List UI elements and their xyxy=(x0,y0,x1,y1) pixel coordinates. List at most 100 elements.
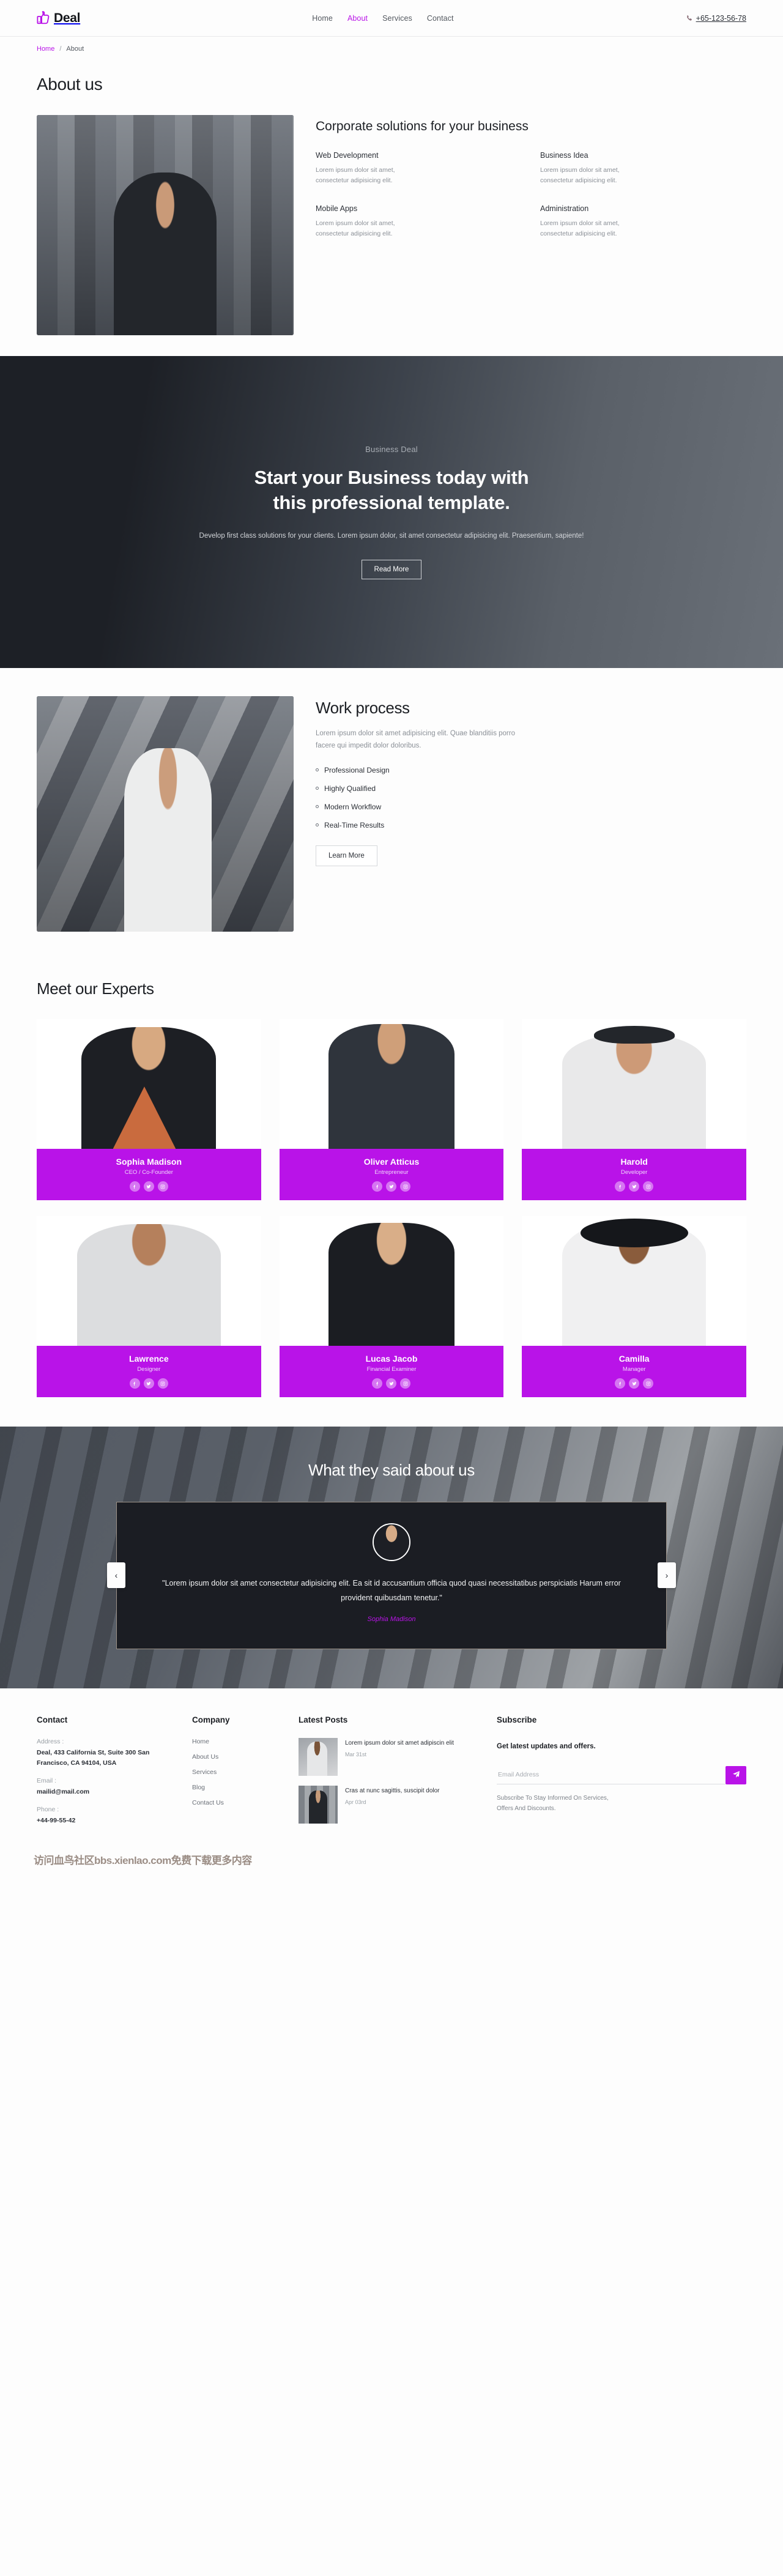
paper-plane-icon-svg xyxy=(732,1770,740,1778)
instagram-icon[interactable] xyxy=(400,1378,411,1389)
post-thumbnail xyxy=(299,1785,338,1824)
hero-content: Business Deal Start your Business today … xyxy=(196,445,587,580)
post-date: Apr 03rd xyxy=(345,1798,366,1805)
bullet-icon xyxy=(316,805,319,809)
brand-logo[interactable]: Deal xyxy=(37,11,80,26)
nav-link-about[interactable]: About xyxy=(347,14,368,23)
post-thumbnail xyxy=(299,1737,338,1776)
expert-meta: Sophia Madison CEO / Co-Founder xyxy=(37,1149,261,1200)
phone-icon-svg xyxy=(686,15,692,21)
about-section: About us Corporate solutions for your bu… xyxy=(0,61,783,356)
subscribe-form xyxy=(497,1765,746,1784)
about-row: Corporate solutions for your business We… xyxy=(37,115,746,335)
footer-link-about-us[interactable]: About Us xyxy=(192,1753,284,1761)
subscribe-submit-button[interactable] xyxy=(725,1765,746,1784)
phone-label: Phone : xyxy=(37,1805,59,1813)
read-more-button[interactable]: Read More xyxy=(361,560,422,580)
about-photo xyxy=(37,115,294,335)
feature-title: Business Idea xyxy=(540,150,588,160)
hero-title-line-1: Start your Business today with xyxy=(254,466,529,488)
twitter-icon[interactable] xyxy=(386,1181,397,1192)
footer-link-blog[interactable]: Blog xyxy=(192,1784,284,1791)
avatar xyxy=(373,1523,410,1561)
expert-name: Lucas Jacob xyxy=(365,1354,418,1364)
testimonials-content: What they said about us ‹ "Lorem ipsum d… xyxy=(0,1461,783,1649)
nav-link-services[interactable]: Services xyxy=(382,14,412,23)
feature-title: Mobile Apps xyxy=(316,204,358,213)
twitter-icon[interactable] xyxy=(143,1378,154,1389)
carousel-next-button[interactable]: › xyxy=(658,1562,676,1589)
work-list-item-label: Modern Workflow xyxy=(324,802,382,811)
post-title: Lorem ipsum dolor sit amet adipiscin eli… xyxy=(345,1739,454,1746)
brand-name: Deal xyxy=(54,10,81,25)
facebook-icon[interactable] xyxy=(615,1378,626,1389)
twitter-icon[interactable] xyxy=(629,1181,640,1192)
expert-card[interactable]: Sophia Madison CEO / Co-Founder xyxy=(37,1019,261,1200)
learn-more-button[interactable]: Learn More xyxy=(316,845,377,866)
expert-card[interactable]: Lawrence Designer xyxy=(37,1216,261,1397)
testimonial-author: Sophia Madison xyxy=(367,1615,416,1623)
feature-item: Business Idea Lorem ipsum dolor sit amet… xyxy=(540,151,746,186)
email-field[interactable] xyxy=(497,1765,725,1784)
footer-link-services[interactable]: Services xyxy=(192,1769,284,1776)
breadcrumb-home[interactable]: Home xyxy=(37,45,54,53)
testimonials-title: What they said about us xyxy=(308,1461,475,1479)
footer-subscribe-column: Subscribe Get latest updates and offers.… xyxy=(497,1715,746,1835)
navbar-phone[interactable]: +65-123-56-78 xyxy=(686,14,746,23)
footer-grid: Contact Address : Deal, 433 California S… xyxy=(37,1715,746,1835)
instagram-icon[interactable] xyxy=(643,1181,654,1192)
facebook-icon[interactable] xyxy=(129,1181,140,1192)
twitter-icon[interactable] xyxy=(143,1181,154,1192)
twitter-icon[interactable] xyxy=(629,1378,640,1389)
instagram-icon[interactable] xyxy=(157,1181,168,1192)
page-title: About us xyxy=(37,75,103,94)
feature-item: Web Development Lorem ipsum dolor sit am… xyxy=(316,151,522,186)
expert-role: Financial Examiner xyxy=(366,1366,417,1373)
footer-posts-heading: Latest Posts xyxy=(299,1715,348,1724)
expert-card[interactable]: Oliver Atticus Entrepreneur xyxy=(279,1019,504,1200)
work-list-item: Professional Design xyxy=(316,766,746,774)
work-row: Work process Lorem ipsum dolor sit amet … xyxy=(37,696,746,932)
facebook-icon[interactable] xyxy=(615,1181,626,1192)
experts-title: Meet our Experts xyxy=(37,979,154,998)
twitter-icon[interactable] xyxy=(386,1378,397,1389)
testimonial-quote: "Lorem ipsum dolor sit amet consectetur … xyxy=(162,1579,621,1603)
nav-link-contact[interactable]: Contact xyxy=(427,14,454,23)
work-text: Lorem ipsum dolor sit amet adipisicing e… xyxy=(316,730,515,749)
feature-item: Administration Lorem ipsum dolor sit ame… xyxy=(540,204,746,239)
list-item[interactable]: Lorem ipsum dolor sit amet adipiscin eli… xyxy=(299,1737,482,1776)
thumbs-up-icon-svg xyxy=(37,10,50,24)
expert-photo xyxy=(37,1019,261,1149)
about-copy: Corporate solutions for your business We… xyxy=(316,115,746,239)
expert-name: Lawrence xyxy=(129,1354,169,1364)
facebook-icon[interactable] xyxy=(129,1378,140,1389)
hero-banner: Business Deal Start your Business today … xyxy=(0,356,783,668)
hero-text: Develop first class solutions for your c… xyxy=(199,532,584,540)
breadcrumb-current: About xyxy=(66,45,84,53)
footer-link-contact-us[interactable]: Contact Us xyxy=(192,1799,284,1806)
instagram-icon[interactable] xyxy=(400,1181,411,1192)
social-row xyxy=(286,1181,498,1192)
carousel-prev-button[interactable]: ‹ xyxy=(107,1562,125,1589)
social-row xyxy=(43,1378,255,1389)
expert-card[interactable]: Lucas Jacob Financial Examiner xyxy=(279,1216,504,1397)
facebook-icon[interactable] xyxy=(372,1181,383,1192)
instagram-icon[interactable] xyxy=(157,1378,168,1389)
expert-photo xyxy=(37,1216,261,1346)
phone-value: +44-99-55-42 xyxy=(37,1816,76,1824)
about-photo-image xyxy=(37,115,294,335)
footer-link-home[interactable]: Home xyxy=(192,1738,284,1745)
work-list-item: Modern Workflow xyxy=(316,803,746,811)
expert-card[interactable]: Harold Developer xyxy=(522,1019,746,1200)
feature-title: Administration xyxy=(540,204,589,213)
expert-meta: Oliver Atticus Entrepreneur xyxy=(279,1149,504,1200)
work-title: Work process xyxy=(316,699,410,717)
instagram-icon[interactable] xyxy=(643,1378,654,1389)
bullet-icon xyxy=(316,823,319,827)
phone-icon xyxy=(686,15,693,22)
facebook-icon[interactable] xyxy=(372,1378,383,1389)
testimonial-carousel: ‹ "Lorem ipsum dolor sit amet consectetu… xyxy=(107,1502,676,1649)
list-item[interactable]: Cras at nunc sagittis, suscipit dolor Ap… xyxy=(299,1785,482,1824)
nav-link-home[interactable]: Home xyxy=(312,14,333,23)
expert-card[interactable]: Camilla Manager xyxy=(522,1216,746,1397)
